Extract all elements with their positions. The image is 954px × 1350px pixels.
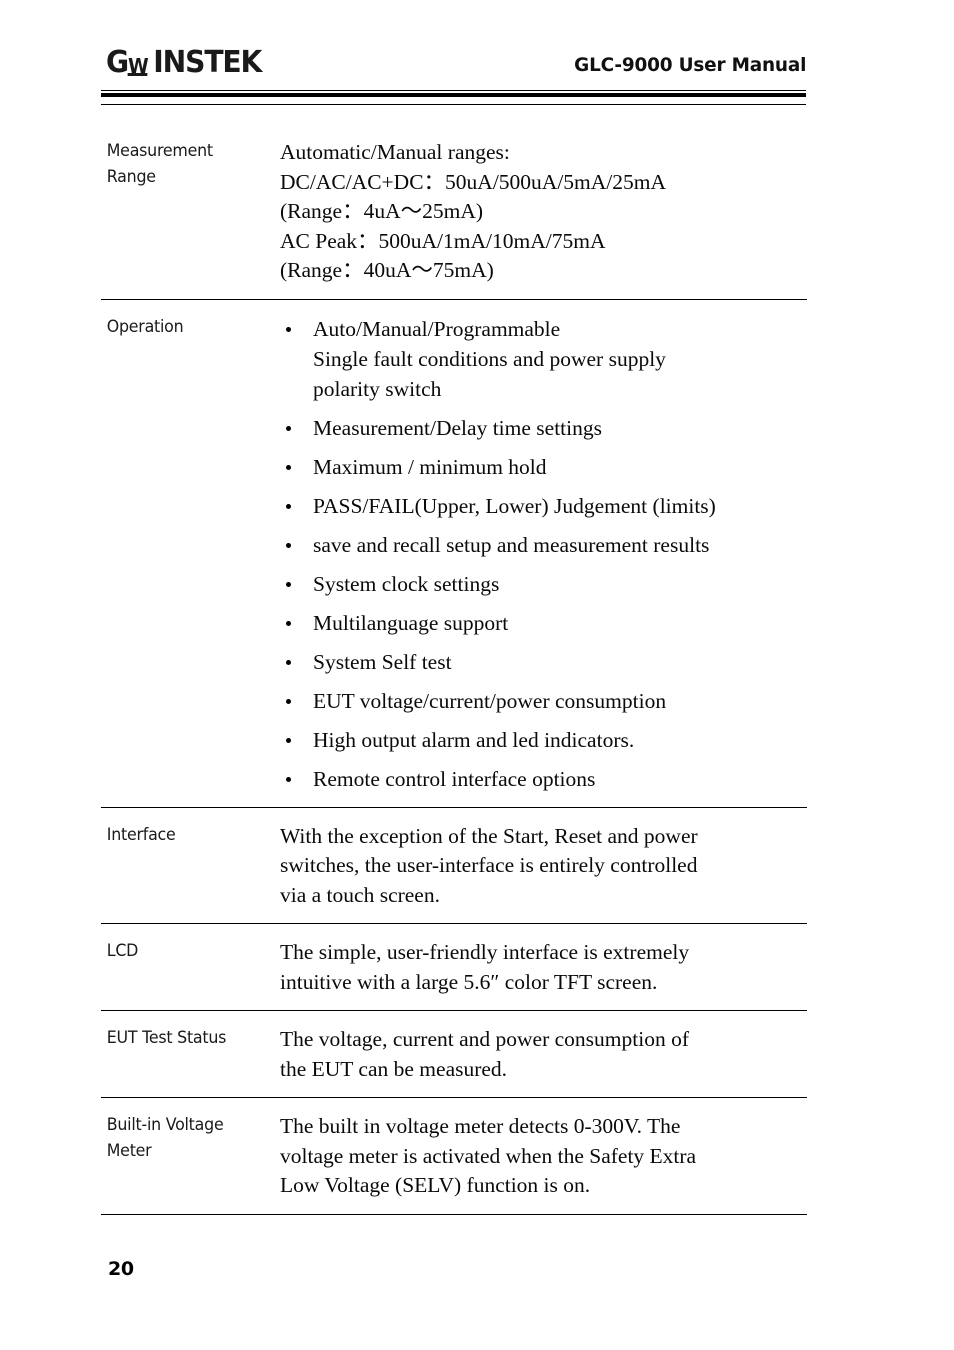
header-rule-thick: [101, 93, 806, 97]
manual-page: G W INSTEK GLC-9000 User Manual Measuremen…: [0, 0, 954, 1350]
spec-value-line: The simple, user-friendly interface is e…: [280, 940, 690, 964]
spec-value-line: The voltage, current and power consumpti…: [280, 1027, 689, 1051]
list-item-text: System Self test: [313, 649, 452, 674]
spec-value-line: Automatic/Manual ranges:: [280, 140, 510, 164]
spec-value-line: DC/AC/AC+DC：50uA/500uA/5mA/25mA: [280, 169, 667, 194]
list-item: System clock settings: [280, 569, 807, 599]
list-item: System Self test: [280, 647, 807, 677]
bullet-dot-icon: [286, 503, 291, 509]
spec-label-line: Meter: [106, 1141, 152, 1160]
spec-value-line: The built in voltage meter detects 0-300…: [280, 1114, 681, 1138]
list-item-text: System clock settings: [313, 571, 500, 596]
specification-table: Measurement Range Automatic/Manual ranges:…: [101, 126, 807, 1215]
spec-value-line: (Range：4uA～25mA): [280, 199, 484, 223]
spec-label-line: Interface: [106, 824, 176, 844]
spec-value: The built in voltage meter detects 0-300…: [280, 1112, 807, 1201]
spec-value-line: With the exception of the Start, Reset a…: [280, 823, 698, 848]
bullet-dot-icon: [286, 698, 291, 704]
bullet-dot-icon: [286, 620, 291, 626]
list-item: Multilanguage support: [280, 608, 807, 638]
spec-row: Measurement Range Automatic/Manual ranges:…: [101, 126, 807, 300]
list-item: High output alarm and led indicators.: [280, 725, 807, 755]
spec-value: With the exception of the Start, Reset a…: [280, 822, 807, 911]
list-item-continuation: Single fault conditions and power supply: [313, 346, 666, 371]
list-item-continuation: polarity switch: [313, 376, 442, 401]
logo-underbar-icon: [128, 73, 148, 76]
list-item-text: High output alarm and led indicators.: [313, 727, 635, 752]
logo-letter-g: G: [106, 45, 129, 80]
spec-label: EUT Test Status: [101, 1025, 273, 1051]
spec-row: Interface With the exception of the Start…: [101, 808, 807, 924]
spec-value-line: (Range：40uA～75mA): [280, 258, 494, 282]
spec-label: LCD: [101, 938, 273, 964]
spec-value-line: Low Voltage (SELV) function is on.: [280, 1173, 591, 1197]
gw-instek-logo: G W INSTEK: [106, 45, 262, 82]
bullet-dot-icon: [286, 326, 291, 332]
bullet-dot-icon: [286, 425, 291, 431]
bullet-dot-icon: [286, 659, 291, 665]
spec-value-line: intuitive with a large 5.6″ color TFT sc…: [280, 969, 658, 994]
logo-word-instek: INSTEK: [153, 45, 262, 80]
spec-label-line: EUT Test Status: [106, 1028, 227, 1047]
bullet-dot-icon: [286, 542, 291, 548]
page-header: G W INSTEK GLC-9000 User Manual: [106, 48, 806, 92]
list-item-text: EUT voltage/current/power consumption: [313, 688, 667, 713]
list-item-text: Multilanguage support: [313, 610, 509, 635]
spec-value-line: AC Peak：500uA/1mA/10mA/75mA: [280, 228, 606, 253]
list-item: Maximum / minimum hold: [280, 452, 807, 482]
spec-value-line: via a touch screen.: [280, 882, 440, 907]
header-title: GLC-9000 User Manual: [573, 54, 806, 76]
bullet-dot-icon: [286, 581, 291, 587]
list-item-text: save and recall setup and measurement re…: [313, 532, 710, 557]
bullet-dot-icon: [286, 737, 291, 743]
list-item-text: Maximum / minimum hold: [313, 454, 547, 479]
list-item-text: Remote control interface options: [313, 766, 596, 791]
spec-label-line: Measurement: [106, 141, 213, 160]
spec-label: Built-in Voltage Meter: [101, 1112, 273, 1164]
list-item-text: PASS/FAIL(Upper, Lower) Judgement (limit…: [313, 493, 716, 518]
list-item: Remote control interface options: [280, 764, 807, 794]
spec-label-line: Operation: [106, 316, 184, 336]
spec-label: Interface: [101, 822, 273, 848]
list-item: PASS/FAIL(Upper, Lower) Judgement (limit…: [280, 491, 807, 521]
spec-value-line: the EUT can be measured.: [280, 1056, 508, 1081]
list-item-text: Auto/Manual/Programmable: [313, 316, 561, 341]
bullet-dot-icon: [286, 776, 291, 782]
spec-row: Operation Auto/Manual/Programmable Single …: [101, 300, 807, 808]
logo-letter-w: W: [128, 54, 149, 78]
header-rule-thin-top: [101, 90, 806, 91]
spec-row: Built-in Voltage Meter The built in voltag…: [101, 1098, 807, 1215]
spec-row: LCD The simple, user-friendly interface i…: [101, 924, 807, 1011]
list-item: save and recall setup and measurement re…: [280, 530, 807, 560]
list-item: EUT voltage/current/power consumption: [280, 686, 807, 716]
spec-value-line: voltage meter is activated when the Safe…: [280, 1143, 697, 1168]
list-item-text: Measurement/Delay time settings: [313, 415, 602, 440]
spec-value: The voltage, current and power consumpti…: [280, 1025, 807, 1084]
spec-row: EUT Test Status The voltage, current and …: [101, 1011, 807, 1098]
spec-label: Operation: [101, 314, 273, 340]
spec-label: Measurement Range: [101, 138, 273, 190]
header-rule-thin-bottom: [101, 104, 806, 105]
spec-value: The simple, user-friendly interface is e…: [280, 938, 807, 997]
bullet-dot-icon: [286, 464, 291, 470]
spec-bullet-list: Auto/Manual/Programmable Single fault con…: [280, 314, 807, 794]
list-item: Measurement/Delay time settings: [280, 413, 807, 443]
spec-label-line: Built-in Voltage: [106, 1115, 224, 1134]
spec-value-line: switches, the user-interface is entirely…: [280, 853, 698, 877]
spec-label-line: LCD: [106, 941, 139, 960]
spec-value: Automatic/Manual ranges: DC/AC/AC+DC：50uA…: [280, 138, 807, 286]
list-item: Auto/Manual/Programmable Single fault con…: [280, 314, 807, 404]
spec-label-line: Range: [106, 167, 156, 186]
page-number: 20: [108, 1258, 134, 1280]
spec-value: Auto/Manual/Programmable Single fault con…: [280, 314, 807, 794]
